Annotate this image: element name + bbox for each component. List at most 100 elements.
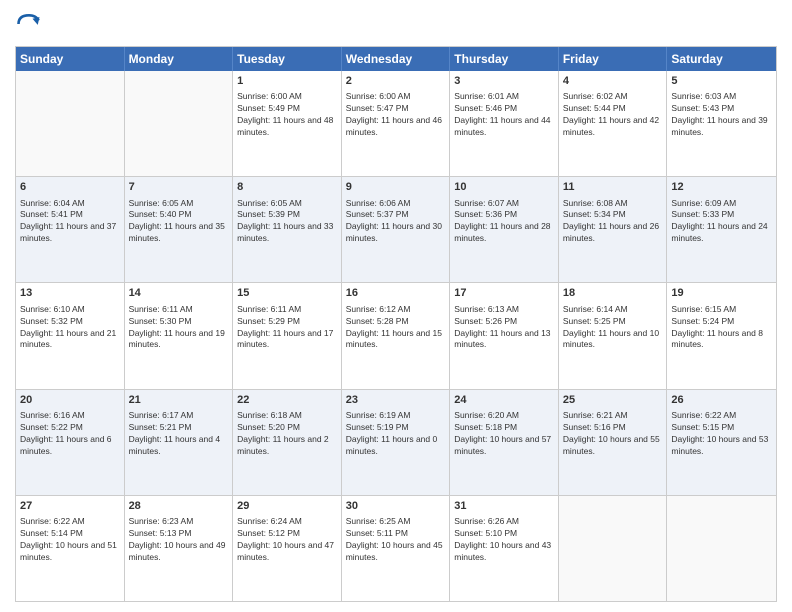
daylight-text: Daylight: 11 hours and 46 minutes. (346, 115, 446, 139)
daylight-text: Daylight: 10 hours and 55 minutes. (563, 434, 663, 458)
day-16: 16Sunrise: 6:12 AMSunset: 5:28 PMDayligh… (342, 283, 451, 388)
sunset-text: Sunset: 5:30 PM (129, 316, 229, 328)
sunset-text: Sunset: 5:37 PM (346, 209, 446, 221)
sunrise-text: Sunrise: 6:00 AM (237, 91, 337, 103)
calendar-body: 1Sunrise: 6:00 AMSunset: 5:49 PMDaylight… (16, 71, 776, 601)
day-31: 31Sunrise: 6:26 AMSunset: 5:10 PMDayligh… (450, 496, 559, 601)
day-number: 13 (20, 286, 120, 301)
sunset-text: Sunset: 5:36 PM (454, 209, 554, 221)
sunset-text: Sunset: 5:22 PM (20, 422, 120, 434)
day-24: 24Sunrise: 6:20 AMSunset: 5:18 PMDayligh… (450, 390, 559, 495)
sunrise-text: Sunrise: 6:23 AM (129, 516, 229, 528)
day-number: 12 (671, 180, 772, 195)
sunrise-text: Sunrise: 6:15 AM (671, 304, 772, 316)
sunset-text: Sunset: 5:33 PM (671, 209, 772, 221)
day-number: 6 (20, 180, 120, 195)
daylight-text: Daylight: 10 hours and 43 minutes. (454, 540, 554, 564)
daylight-text: Daylight: 11 hours and 19 minutes. (129, 328, 229, 352)
day-8: 8Sunrise: 6:05 AMSunset: 5:39 PMDaylight… (233, 177, 342, 282)
day-11: 11 Sunrise: 6:08 AMSunset: 5:34 PMDayligh… (559, 177, 668, 282)
daylight-text: Daylight: 11 hours and 42 minutes. (563, 115, 663, 139)
empty-cell (559, 496, 668, 601)
sunset-text: Sunset: 5:28 PM (346, 316, 446, 328)
daylight-text: Daylight: 10 hours and 57 minutes. (454, 434, 554, 458)
header-day-monday: Monday (125, 47, 234, 71)
sunrise-text: Sunrise: 6:22 AM (671, 410, 772, 422)
day-number: 5 (671, 74, 772, 89)
day-number: 11 (563, 180, 663, 195)
daylight-text: Daylight: 11 hours and 26 minutes. (563, 221, 663, 245)
day-number: 2 (346, 74, 446, 89)
daylight-text: Daylight: 10 hours and 45 minutes. (346, 540, 446, 564)
daylight-text: Daylight: 11 hours and 28 minutes. (454, 221, 554, 245)
daylight-text: Daylight: 11 hours and 0 minutes. (346, 434, 446, 458)
day-27: 27Sunrise: 6:22 AMSunset: 5:14 PMDayligh… (16, 496, 125, 601)
daylight-text: Daylight: 10 hours and 53 minutes. (671, 434, 772, 458)
sunrise-text: Sunrise: 6:02 AM (563, 91, 663, 103)
daylight-text: Daylight: 11 hours and 13 minutes. (454, 328, 554, 352)
sunset-text: Sunset: 5:13 PM (129, 528, 229, 540)
week-row-4: 20Sunrise: 6:16 AMSunset: 5:22 PMDayligh… (16, 389, 776, 495)
day-14: 14Sunrise: 6:11 AMSunset: 5:30 PMDayligh… (125, 283, 234, 388)
empty-cell (667, 496, 776, 601)
sunset-text: Sunset: 5:34 PM (563, 209, 663, 221)
daylight-text: Daylight: 11 hours and 4 minutes. (129, 434, 229, 458)
day-30: 30Sunrise: 6:25 AMSunset: 5:11 PMDayligh… (342, 496, 451, 601)
sunrise-text: Sunrise: 6:07 AM (454, 198, 554, 210)
empty-cell (16, 71, 125, 176)
day-15: 15Sunrise: 6:11 AMSunset: 5:29 PMDayligh… (233, 283, 342, 388)
day-number: 3 (454, 74, 554, 89)
sunrise-text: Sunrise: 6:21 AM (563, 410, 663, 422)
daylight-text: Daylight: 11 hours and 21 minutes. (20, 328, 120, 352)
sunrise-text: Sunrise: 6:11 AM (237, 304, 337, 316)
sunset-text: Sunset: 5:24 PM (671, 316, 772, 328)
daylight-text: Daylight: 11 hours and 17 minutes. (237, 328, 337, 352)
sunset-text: Sunset: 5:49 PM (237, 103, 337, 115)
daylight-text: Daylight: 10 hours and 51 minutes. (20, 540, 120, 564)
week-row-1: 1Sunrise: 6:00 AMSunset: 5:49 PMDaylight… (16, 71, 776, 176)
day-4: 4Sunrise: 6:02 AMSunset: 5:44 PMDaylight… (559, 71, 668, 176)
day-21: 21Sunrise: 6:17 AMSunset: 5:21 PMDayligh… (125, 390, 234, 495)
sunrise-text: Sunrise: 6:00 AM (346, 91, 446, 103)
logo-icon (15, 10, 43, 38)
calendar: SundayMondayTuesdayWednesdayThursdayFrid… (15, 46, 777, 602)
sunrise-text: Sunrise: 6:19 AM (346, 410, 446, 422)
sunrise-text: Sunrise: 6:25 AM (346, 516, 446, 528)
sunset-text: Sunset: 5:46 PM (454, 103, 554, 115)
sunrise-text: Sunrise: 6:09 AM (671, 198, 772, 210)
daylight-text: Daylight: 11 hours and 8 minutes. (671, 328, 772, 352)
sunrise-text: Sunrise: 6:08 AM (563, 198, 663, 210)
header-day-sunday: Sunday (16, 47, 125, 71)
day-number: 1 (237, 74, 337, 89)
sunset-text: Sunset: 5:19 PM (346, 422, 446, 434)
sunrise-text: Sunrise: 6:05 AM (129, 198, 229, 210)
daylight-text: Daylight: 10 hours and 49 minutes. (129, 540, 229, 564)
sunrise-text: Sunrise: 6:03 AM (671, 91, 772, 103)
header-day-thursday: Thursday (450, 47, 559, 71)
day-number: 23 (346, 393, 446, 408)
daylight-text: Daylight: 11 hours and 44 minutes. (454, 115, 554, 139)
sunset-text: Sunset: 5:40 PM (129, 209, 229, 221)
day-19: 19Sunrise: 6:15 AMSunset: 5:24 PMDayligh… (667, 283, 776, 388)
day-12: 12Sunrise: 6:09 AMSunset: 5:33 PMDayligh… (667, 177, 776, 282)
week-row-3: 13Sunrise: 6:10 AMSunset: 5:32 PMDayligh… (16, 282, 776, 388)
sunset-text: Sunset: 5:21 PM (129, 422, 229, 434)
day-number: 29 (237, 499, 337, 514)
sunrise-text: Sunrise: 6:04 AM (20, 198, 120, 210)
day-number: 7 (129, 180, 229, 195)
day-number: 25 (563, 393, 663, 408)
day-number: 16 (346, 286, 446, 301)
day-23: 23 Sunrise: 6:19 AMSunset: 5:19 PMDayligh… (342, 390, 451, 495)
day-18: 18Sunrise: 6:14 AMSunset: 5:25 PMDayligh… (559, 283, 668, 388)
sunrise-text: Sunrise: 6:10 AM (20, 304, 120, 316)
day-3: 3Sunrise: 6:01 AMSunset: 5:46 PMDaylight… (450, 71, 559, 176)
sunrise-text: Sunrise: 6:22 AM (20, 516, 120, 528)
day-2: 2Sunrise: 6:00 AMSunset: 5:47 PMDaylight… (342, 71, 451, 176)
sunset-text: Sunset: 5:12 PM (237, 528, 337, 540)
calendar-header: SundayMondayTuesdayWednesdayThursdayFrid… (16, 47, 776, 71)
day-number: 15 (237, 286, 337, 301)
daylight-text: Daylight: 11 hours and 37 minutes. (20, 221, 120, 245)
sunrise-text: Sunrise: 6:16 AM (20, 410, 120, 422)
daylight-text: Daylight: 11 hours and 15 minutes. (346, 328, 446, 352)
day-number: 21 (129, 393, 229, 408)
